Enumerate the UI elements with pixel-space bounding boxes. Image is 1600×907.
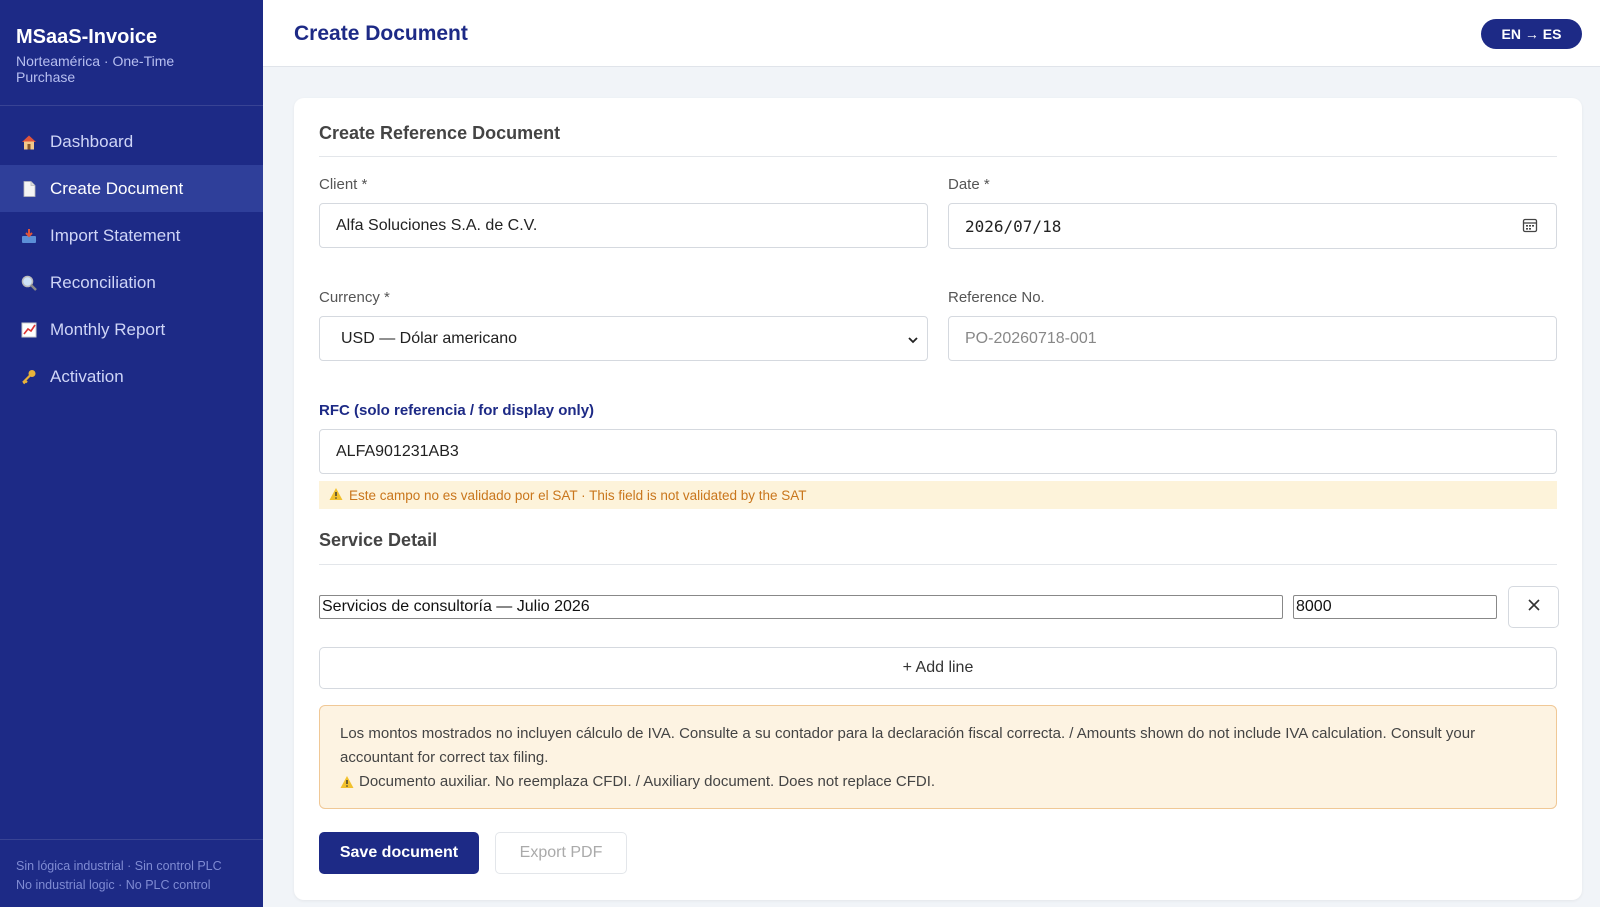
sidebar-nav: Dashboard Create Document Import Stateme… [0,106,263,400]
sidebar-item-dashboard[interactable]: Dashboard [0,118,263,165]
chart-icon [20,321,38,339]
line-description-input[interactable]: Servicios de consultoría — Julio 2026 [319,595,1283,619]
date-value: 2026/07/18 [965,216,1062,236]
sidebar-item-monthly-report[interactable]: Monthly Report [0,306,263,353]
rfc-warning: Este campo no es validado por el SAT · T… [319,481,1557,509]
rfc-input[interactable]: ALFA901231AB3 [319,429,1557,474]
house-icon [20,133,38,151]
section-divider [319,156,1557,157]
currency-label: Currency * [319,289,390,306]
export-pdf-button[interactable]: Export PDF [495,832,627,874]
tax-notice: Los montos mostrados no incluyen cálculo… [319,705,1557,809]
language-toggle-button[interactable]: EN → ES [1481,19,1582,49]
save-document-button[interactable]: Save document [319,832,479,874]
footer-line-es: Sin lógica industrial · Sin control PLC [16,859,222,873]
add-line-button[interactable]: + Add line [319,647,1557,689]
section-divider [319,564,1557,565]
brand-title: MSaaS-Invoice [16,26,158,48]
sidebar-footer: Sin lógica industrial · Sin control PLC … [0,839,263,907]
date-label: Date * [948,176,990,193]
client-input[interactable]: Alfa Soluciones S.A. de C.V. [319,203,928,248]
calendar-icon[interactable] [1522,217,1538,233]
magnifier-icon [20,274,38,292]
page-title: Create Document [294,22,468,45]
sidebar-item-label: Dashboard [50,131,134,151]
sidebar-item-reconciliation[interactable]: Reconciliation [0,259,263,306]
sidebar-item-label: Monthly Report [50,319,166,339]
notice-cfdi-text: Documento auxiliar. No reemplaza CFDI. /… [359,773,936,790]
inbox-tray-icon [20,227,38,245]
sidebar-item-create-document[interactable]: Create Document [0,165,263,212]
currency-select[interactable]: USD — Dólar americano [319,316,928,361]
notice-cfdi-row: Documento auxiliar. No reemplaza CFDI. /… [340,770,1536,794]
document-form-card: Create Reference Document Client * Alfa … [294,98,1582,900]
close-icon [1527,598,1541,617]
service-section-title: Service Detail [319,530,438,550]
sidebar-item-label: Activation [50,366,124,386]
footer-line-en: No industrial logic · No PLC control [16,878,211,892]
key-icon [20,368,38,386]
reference-input[interactable]: PO-20260718-001 [948,316,1557,361]
rfc-label: RFC (solo referencia / for display only) [319,402,595,419]
brand: MSaaS-Invoice Norteamérica · One-Time Pu… [0,0,263,106]
warning-icon [329,487,343,504]
line-amount-input[interactable]: 8000 [1293,595,1497,619]
form-section-title: Create Reference Document [319,123,561,143]
warning-icon [340,775,354,789]
sidebar-item-label: Import Statement [50,225,181,245]
notice-iva-text: Los montos mostrados no incluyen cálculo… [340,725,1476,766]
document-icon [20,180,38,198]
remove-line-button[interactable] [1508,586,1559,628]
chevron-down-icon [905,332,921,348]
sidebar-item-import-statement[interactable]: Import Statement [0,212,263,259]
sidebar-item-activation[interactable]: Activation [0,353,263,400]
sidebar: MSaaS-Invoice Norteamérica · One-Time Pu… [0,0,263,907]
brand-subtitle: Norteamérica · One-Time Purchase [16,53,175,85]
rfc-warning-text: Este campo no es validado por el SAT · T… [349,487,807,503]
sidebar-item-label: Reconciliation [50,272,156,292]
client-label: Client * [319,176,368,193]
date-input[interactable]: 2026/07/18 [948,203,1557,249]
reference-label: Reference No. [948,289,1045,306]
currency-selected-value: USD — Dólar americano [341,329,518,347]
topbar: Create Document EN → ES [263,0,1600,67]
sidebar-item-label: Create Document [50,178,184,198]
